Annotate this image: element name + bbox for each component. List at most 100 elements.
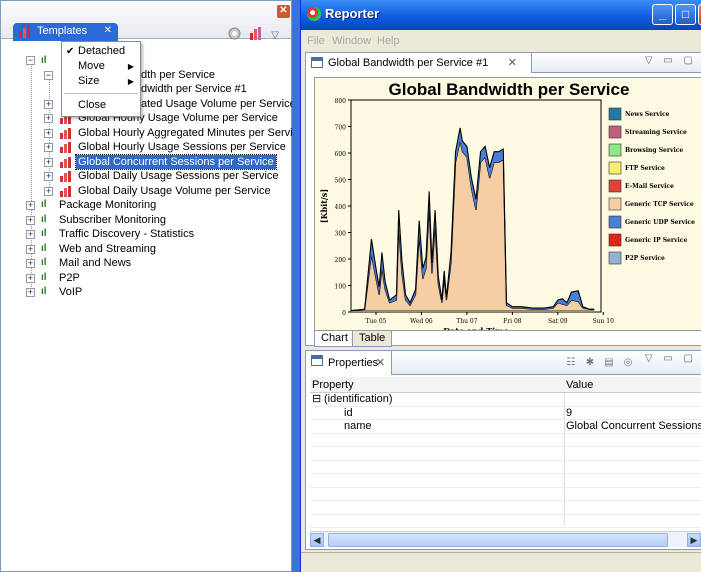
expand-icon[interactable]: + — [26, 288, 35, 297]
tree-item-subscriber-monitoring[interactable]: + ıl Subscriber Monitoring — [1, 213, 291, 228]
restore-default-icon[interactable]: ◎ — [621, 356, 635, 370]
menu-item-move[interactable]: Move ▶ — [62, 59, 140, 74]
tab-close-icon[interactable]: ✕ — [104, 25, 112, 36]
folder-chart-icon: ıl — [41, 257, 47, 268]
menu-item-detached[interactable]: ✔ Detached — [62, 44, 140, 59]
tree-item-label: P2P — [59, 271, 80, 284]
tab-templates-label: Templates — [37, 25, 88, 37]
legend-label: P2P Service — [625, 255, 665, 262]
menu-window[interactable]: Window — [332, 35, 371, 47]
menu-item-size[interactable]: Size ▶ — [62, 74, 140, 89]
pane-controls[interactable]: ▽ ▭ ▢ — [645, 353, 697, 364]
expand-icon[interactable]: + — [26, 201, 35, 210]
expand-icon[interactable]: + — [44, 186, 53, 196]
check-icon: ✔ — [66, 46, 75, 57]
tab-chart[interactable]: Chart — [314, 331, 355, 347]
tab-templates[interactable]: Templates ✕ — [13, 23, 118, 41]
menu-help[interactable]: Help — [377, 35, 400, 47]
reporter-app-icon — [307, 7, 321, 21]
advanced-icon[interactable]: ✱ — [583, 356, 597, 370]
tree-item-label: Package Monitoring — [59, 199, 157, 211]
y-tick-label: 600 — [335, 151, 347, 158]
table-row[interactable]: name Global Concurrent Sessions per S — [310, 420, 701, 434]
templates-view-titlebar: ✕ Templates ✕ ▽ — [1, 1, 291, 41]
collapse-icon[interactable]: − — [44, 70, 53, 80]
tab-close-icon[interactable]: ✕ — [376, 356, 385, 369]
expand-icon[interactable]: + — [44, 99, 53, 109]
scroll-left-icon[interactable]: ◀ — [310, 533, 324, 547]
expand-icon[interactable]: + — [26, 244, 35, 254]
expand-icon[interactable]: + — [26, 259, 35, 268]
expand-icon[interactable]: + — [44, 157, 53, 167]
tree-item[interactable]: + Global Hourly Usage Volume per Service — [1, 111, 291, 126]
tree-item-mail-news[interactable]: + ıl Mail and News — [1, 256, 291, 271]
maximize-button[interactable]: □ — [675, 4, 696, 25]
window-icon — [311, 57, 323, 68]
tree-item[interactable]: dwidth per Service #1 — [1, 82, 291, 97]
tab-table[interactable]: Table — [352, 331, 393, 347]
menu-item-close[interactable]: Close — [62, 98, 140, 113]
x-tick-label: Fri 08 — [503, 318, 522, 325]
chart-icon[interactable] — [249, 27, 263, 43]
expand-icon[interactable]: + — [26, 273, 35, 283]
legend-label: Generic IP Service — [625, 237, 687, 244]
folder-chart-icon: ıl — [41, 286, 47, 297]
filter-icon[interactable]: ▤ — [602, 356, 616, 370]
table-row[interactable]: id 9 — [310, 407, 701, 421]
minimize-button[interactable]: _ — [652, 4, 673, 25]
table-header: Property Value — [310, 377, 701, 393]
menu-separator — [64, 93, 138, 94]
tab-global-bandwidth[interactable]: Global Bandwidth per Service #1 ✕ — [306, 53, 532, 73]
title-bar[interactable]: Reporter _ □ ✕ — [301, 0, 701, 30]
scrollbar-thumb[interactable] — [328, 533, 668, 547]
tab-close-icon[interactable]: ✕ — [508, 56, 517, 69]
tree-item[interactable]: + Global Hourly Usage Sessions per Servi… — [1, 140, 291, 155]
tab-properties[interactable]: Properties ✕ — [306, 351, 392, 375]
expand-icon[interactable]: + — [44, 172, 53, 181]
menu-file[interactable]: File — [307, 35, 325, 47]
collapse-icon[interactable]: − — [26, 56, 35, 65]
column-header-property[interactable]: Property — [312, 377, 562, 393]
expand-icon[interactable]: + — [26, 230, 35, 239]
tree-item-selected[interactable]: + Global Concurrent Sessions per Service — [1, 153, 291, 170]
tree-item[interactable]: + ated Usage Volume per Service — [1, 97, 296, 112]
tree-item-voip[interactable]: + ıl VoIP — [1, 285, 291, 300]
tree-item-traffic-discovery[interactable]: + ıl Traffic Discovery - Statistics — [1, 227, 291, 242]
tree-item-web-streaming[interactable]: + ıl Web and Streaming — [1, 242, 291, 257]
tree-item[interactable]: − dth per Service — [1, 68, 291, 83]
column-header-value[interactable]: Value — [566, 377, 701, 393]
y-tick-label: 300 — [335, 231, 347, 238]
expand-icon[interactable]: + — [44, 143, 53, 152]
expand-icon[interactable]: + — [44, 128, 53, 138]
refresh-icon[interactable] — [228, 27, 241, 43]
view-menu-icon[interactable]: ▽ — [271, 30, 279, 41]
legend-label: Generic TCP Service — [625, 201, 694, 208]
tree-item-global[interactable]: − ıl — [1, 53, 291, 68]
categories-icon[interactable]: ☷ — [564, 356, 578, 370]
property-value[interactable]: Global Concurrent Sessions per S — [566, 420, 701, 434]
scroll-right-icon[interactable]: ▶ — [687, 533, 701, 547]
editor-tab-bar: Global Bandwidth per Service #1 ✕ ▽ ▭ ▢ — [306, 53, 701, 73]
pane-controls[interactable]: ▽ ▭ ▢ — [645, 55, 697, 66]
templates-view: ✕ Templates ✕ ▽ − ıl − dth per Service d… — [0, 0, 304, 572]
expand-icon[interactable]: + — [26, 215, 35, 225]
y-tick-label: 500 — [335, 178, 347, 185]
tree-item-p2p[interactable]: + ıl P2P — [1, 271, 291, 286]
tree-item[interactable]: + Global Daily Usage Volume per Service — [1, 184, 291, 199]
y-tick-label: 400 — [335, 204, 347, 211]
close-icon[interactable]: ✕ — [277, 5, 290, 18]
tree-item[interactable]: + Global Daily Usage Sessions per Servic… — [1, 169, 291, 184]
tree-item-label: Global Concurrent Sessions per Service — [75, 153, 277, 170]
properties-toolbar: ☷ ✱ ▤ ◎ — [564, 356, 635, 370]
submenu-arrow-icon: ▶ — [127, 62, 134, 71]
reporter-window: Reporter _ □ ✕ File Window Help Global B… — [300, 0, 701, 572]
tree-item[interactable]: + Global Hourly Aggregated Minutes per S… — [1, 126, 304, 141]
tree-item-label: ated Usage Volume per Service — [141, 97, 296, 110]
tree-item-package-monitoring[interactable]: + ıl Package Monitoring — [1, 198, 291, 213]
horizontal-scrollbar[interactable]: ◀ ▶ — [310, 531, 701, 547]
y-tick-label: 0 — [342, 310, 346, 317]
y-tick-label: 100 — [335, 284, 347, 291]
table-row-group[interactable]: ⊟ (identification) — [310, 393, 701, 407]
property-value[interactable]: 9 — [566, 407, 701, 421]
expand-icon[interactable]: + — [44, 114, 53, 123]
